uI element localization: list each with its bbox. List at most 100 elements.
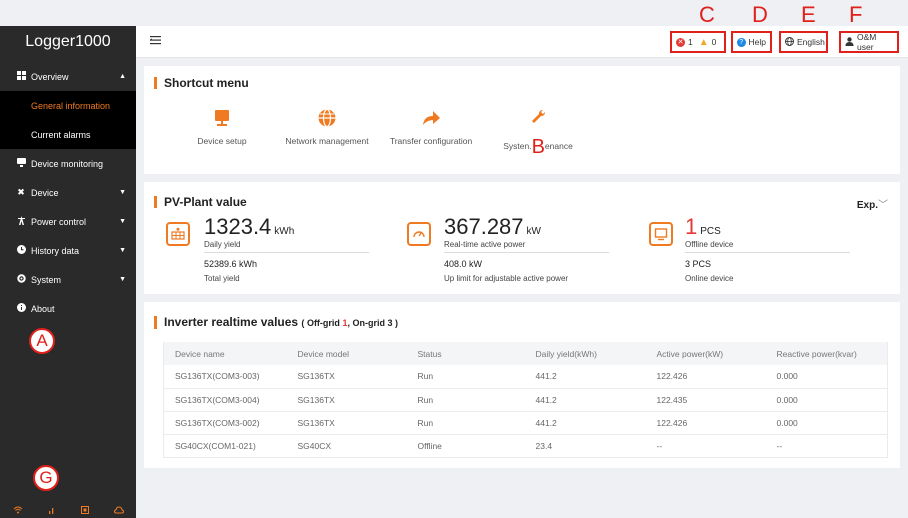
shortcut-network-management[interactable]: Network management [277, 108, 377, 146]
cloud-icon [113, 506, 124, 516]
table-cell: Run [406, 388, 525, 412]
table-cell: 0.000 [765, 388, 888, 412]
annotation-a: A [29, 328, 55, 354]
overview-submenu: General information Current alarms [0, 91, 136, 149]
active-power-label: Real-time active power [444, 240, 526, 249]
arrow-forward-icon [421, 108, 441, 128]
sidebar-item-history-data[interactable]: History data ▼ [0, 236, 136, 265]
app-logo: Logger1000 [25, 33, 111, 50]
grid-counts: ( Off-grid 1, On-grid 3 ) [301, 318, 399, 328]
total-yield-value: 52389.6 kWh [204, 259, 258, 269]
power-tower-icon [16, 216, 26, 227]
divider [204, 252, 369, 253]
table-cell: SG136TX [286, 411, 407, 435]
menu-toggle-icon[interactable] [150, 33, 161, 48]
info-icon [16, 303, 26, 314]
caret-down-icon: ▼ [119, 218, 126, 225]
table-cell: Run [406, 411, 525, 435]
shortcut-title: Shortcut menu [154, 77, 249, 89]
storage-icon [80, 506, 89, 516]
table-cell: 23.4 [524, 434, 646, 458]
user-icon [845, 36, 854, 48]
annotation-f: F [849, 2, 863, 27]
shortcut-system-maintenance[interactable]: Systen.Benance [488, 108, 588, 159]
shortcut-device-setup[interactable]: Device setup [182, 108, 262, 146]
table-cell: SG136TX(COM3-004) [163, 388, 287, 412]
pv-plant-panel: PV-Plant value Exp.﹀ 1323.4 kWh Daily yie… [144, 182, 900, 294]
alarm-status-button[interactable]: ✕ 1 ▲ 0 [670, 31, 726, 53]
column-header[interactable]: Reactive power(kvar) [765, 342, 888, 365]
caret-up-icon: ▲ [119, 73, 126, 80]
language-label: English [797, 37, 825, 47]
sidebar-item-label: System [31, 274, 62, 285]
export-button[interactable]: Exp.﹀ [857, 196, 888, 211]
monitor-icon [16, 158, 26, 169]
help-icon: ? [737, 37, 746, 47]
divider [685, 252, 850, 253]
wifi-icon [13, 506, 23, 516]
sidebar-item-system[interactable]: System ▼ [0, 265, 136, 294]
sidebar: Logger1000 Overview ▲ General informatio… [0, 26, 136, 518]
sidebar-item-device[interactable]: ✖ Device ▼ [0, 178, 136, 207]
table-cell: SG136TX(COM3-003) [163, 365, 287, 389]
help-button[interactable]: ? Help [731, 31, 772, 53]
shortcut-label: Systen. [503, 141, 532, 151]
table-cell: SG136TX [286, 388, 407, 412]
table-cell: 0.000 [765, 365, 888, 389]
table-row[interactable]: SG136TX(COM3-002) SG136TX Run 441.2 122.… [163, 411, 888, 435]
table-cell: -- [765, 434, 888, 458]
table-row[interactable]: SG136TX(COM3-003) SG136TX Run 441.2 122.… [163, 365, 888, 389]
user-button[interactable]: O&M user [839, 31, 899, 53]
column-header[interactable]: Device name [163, 342, 287, 365]
daily-yield-value: 1323.4 kWh [204, 214, 295, 239]
warning-icon: ▲ [698, 36, 709, 48]
user-label: O&M user [857, 32, 877, 52]
sidebar-item-power-control[interactable]: Power control ▼ [0, 207, 136, 236]
column-header[interactable]: Device model [286, 342, 407, 365]
annotation-d: D [752, 2, 768, 27]
table-cell: Offline [406, 434, 525, 458]
active-power-value: 367.287 kW [444, 214, 541, 239]
annotation-e: E [801, 2, 816, 27]
export-label: Exp. [856, 200, 878, 211]
sidebar-subitem-current-alarms[interactable]: Current alarms [0, 120, 136, 149]
fault-icon: ✕ [676, 37, 685, 47]
app-root: C D E F Logger1000 Overview ▲ General in… [0, 0, 908, 518]
table-cell: 122.426 [645, 365, 766, 389]
sidebar-item-label: Overview [31, 71, 69, 82]
table-row[interactable]: SG40CX(COM1-021) SG40CX Offline 23.4 -- … [163, 434, 888, 458]
column-header[interactable]: Status [406, 342, 525, 365]
sidebar-item-overview[interactable]: Overview ▲ [0, 62, 136, 91]
sidebar-item-label: Device [31, 187, 59, 198]
table-cell: SG136TX [286, 365, 407, 389]
caret-down-icon: ▼ [119, 247, 126, 254]
sidebar-subitem-general-information[interactable]: General information [0, 91, 136, 120]
table-cell: Run [406, 365, 525, 389]
column-header[interactable]: Active power(kW) [645, 342, 766, 365]
wrench-icon [528, 108, 548, 128]
pv-plant-title: PV-Plant value [154, 196, 247, 208]
shortcut-label: Network management [285, 136, 369, 146]
clock-icon [16, 245, 26, 256]
alarm-count: 0 [711, 37, 717, 47]
column-header[interactable]: Daily yield(kWh) [524, 342, 646, 365]
caret-down-icon: ▼ [119, 189, 126, 196]
table-cell: 122.426 [645, 411, 766, 435]
table-cell: SG40CX(COM1-021) [163, 434, 287, 458]
daily-yield-label: Daily yield [204, 240, 241, 249]
language-button[interactable]: English [779, 31, 828, 53]
chevron-down-icon: ﹀ [878, 200, 888, 211]
sidebar-item-about[interactable]: About [0, 294, 136, 323]
globe-icon [785, 36, 794, 48]
table-row[interactable]: SG136TX(COM3-004) SG136TX Run 441.2 122.… [163, 388, 888, 412]
table-header-row: Device name Device model Status Daily yi… [163, 342, 888, 365]
grid-icon [16, 71, 26, 82]
table-cell: 441.2 [524, 411, 646, 435]
power-limit-label: Up limit for adjustable active power [444, 274, 569, 283]
total-yield-label: Total yield [204, 274, 240, 283]
gear-icon [16, 274, 26, 285]
shortcut-transfer-configuration[interactable]: Transfer configuration [381, 108, 481, 146]
sidebar-item-device-monitoring[interactable]: Device monitoring [0, 149, 136, 178]
inverter-table: Device name Device model Status Daily yi… [163, 342, 888, 458]
table-cell: 441.2 [524, 388, 646, 412]
